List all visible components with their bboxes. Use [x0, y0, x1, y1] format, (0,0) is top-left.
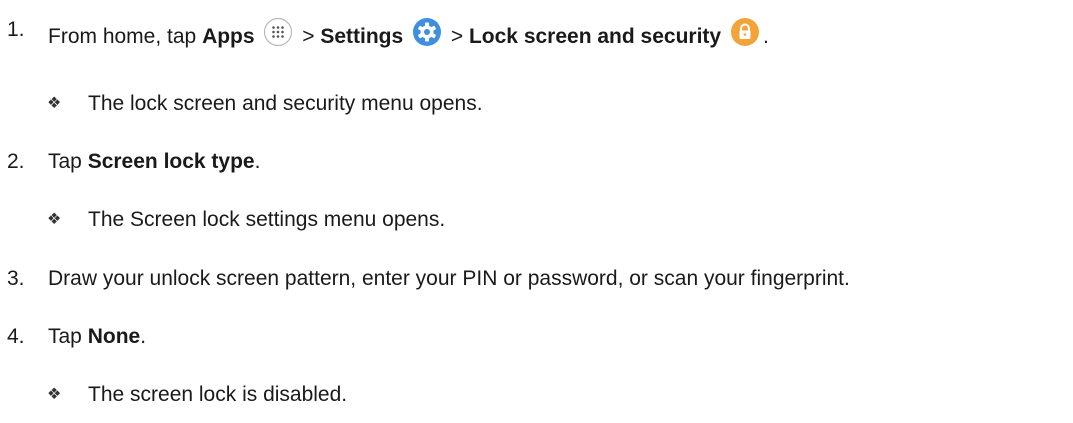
- lock-icon: [730, 17, 760, 54]
- lock-screen-label: Lock screen and security: [468, 25, 722, 48]
- bullet-icon: ❖: [47, 211, 62, 228]
- result-text: The Screen lock settings menu opens.: [88, 208, 446, 231]
- step-text: Draw your unlock screen pattern, enter y…: [48, 267, 850, 290]
- apps-label: Apps: [202, 25, 255, 48]
- bullet-icon: ❖: [47, 386, 62, 403]
- settings-label: Settings: [320, 25, 404, 48]
- step-number: 4.: [7, 325, 25, 348]
- result-text: The screen lock is disabled.: [88, 383, 348, 406]
- settings-gear-icon: [412, 17, 442, 54]
- step-text: Tap Screen lock type.: [48, 150, 261, 173]
- step-number: 3.: [7, 267, 25, 290]
- apps-grid-icon: [263, 17, 293, 54]
- result-text: The lock screen and security menu opens.: [88, 92, 483, 115]
- step-text: From home, tap Apps > Settings > Lock sc…: [48, 17, 769, 54]
- step-number: 1.: [7, 18, 25, 41]
- step-number: 2.: [7, 150, 25, 173]
- step-text: Tap None.: [48, 325, 147, 348]
- bullet-icon: ❖: [47, 95, 62, 112]
